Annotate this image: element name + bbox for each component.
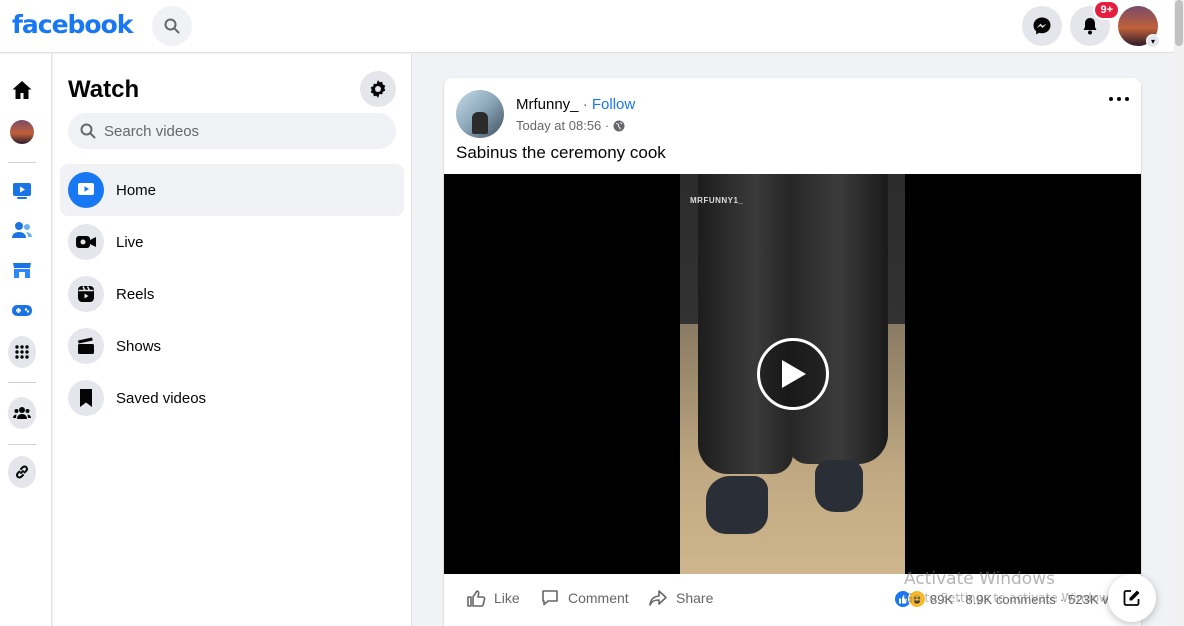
clapper-icon [68, 328, 104, 364]
post-meta: Today at 08:56 · [516, 118, 625, 133]
play-icon [782, 360, 806, 388]
comment-icon [542, 590, 558, 606]
sidebar-item-label: Shows [116, 337, 162, 355]
watch-settings-button[interactable] [360, 71, 396, 107]
share-label: Share [676, 590, 714, 606]
play-button[interactable] [757, 338, 829, 410]
left-icon-rail [0, 54, 52, 626]
video-pants-right [788, 174, 888, 464]
chevron-down-icon[interactable]: ▾ [1146, 34, 1160, 48]
post-caption: Sabinus the ceremony cook [456, 143, 666, 162]
search-icon [80, 123, 96, 139]
sidebar-item-live[interactable]: Live [60, 216, 404, 268]
post-header: Mrfunny_ · Follow [516, 96, 635, 113]
scrollbar-thumb[interactable] [1175, 0, 1183, 46]
notifications-button[interactable]: 9+ [1070, 0, 1120, 46]
profile-avatar[interactable] [8, 118, 36, 146]
bell-icon [1083, 18, 1097, 35]
friends-icon[interactable] [8, 216, 36, 244]
globe-icon [613, 120, 625, 131]
live-camera-icon [68, 224, 104, 260]
like-label: Like [494, 590, 520, 606]
notification-badge: 9+ [1093, 0, 1120, 20]
watch-icon[interactable] [8, 176, 36, 204]
rail-divider [8, 382, 36, 383]
gear-icon [370, 80, 386, 98]
sidebar-item-label: Reels [116, 285, 155, 303]
windows-activation-watermark: Activate Windows Go to Settings to activ… [904, 569, 1119, 605]
messenger-icon [1033, 17, 1051, 35]
video-post-card: Mrfunny_ · Follow Today at 08:56 · Sabin… [444, 78, 1141, 626]
page-title: Watch [68, 76, 140, 103]
sidebar-item-home[interactable]: Home [60, 164, 404, 216]
watch-nav: Home Live Reels Shows Saved videos [60, 164, 404, 424]
search-button[interactable] [152, 6, 192, 46]
share-button[interactable]: Share [648, 588, 713, 608]
apps-grid-icon[interactable] [8, 336, 36, 368]
search-videos-field[interactable] [68, 113, 396, 149]
reels-icon [68, 276, 104, 312]
share-icon [649, 590, 667, 606]
sidebar-item-saved-videos[interactable]: Saved videos [60, 372, 404, 424]
marketplace-icon[interactable] [8, 256, 36, 284]
follow-link[interactable]: Follow [592, 96, 635, 113]
rail-divider [8, 444, 36, 445]
sidebar-item-label: Saved videos [116, 389, 207, 407]
sidebar-item-label: Live [116, 233, 144, 251]
sidebar-item-reels[interactable]: Reels [60, 268, 404, 320]
gaming-icon[interactable] [8, 296, 36, 324]
facebook-logo[interactable]: facebook [12, 10, 133, 39]
link-icon[interactable] [8, 456, 36, 488]
scrollbar[interactable] [1174, 0, 1184, 626]
search-videos-input[interactable] [104, 122, 364, 140]
home-icon[interactable] [8, 76, 36, 104]
groups-icon[interactable] [8, 397, 36, 429]
more-options-icon[interactable] [1109, 92, 1129, 106]
activation-title: Activate Windows [904, 569, 1055, 589]
rail-divider [8, 162, 36, 163]
separator: · [582, 96, 588, 113]
comment-button[interactable]: Comment [540, 588, 629, 608]
video-shoe-right [815, 460, 863, 512]
compose-icon [1123, 590, 1140, 606]
top-navigation-bar: facebook 9+ ▾ [0, 0, 1174, 53]
activation-subtitle: Go to Settings to activate Windows. [904, 591, 1119, 605]
video-pants-left [698, 174, 793, 474]
search-icon [164, 18, 180, 34]
author-name[interactable]: Mrfunny_ [516, 96, 579, 113]
comment-label: Comment [568, 590, 629, 606]
bookmark-icon [68, 380, 104, 416]
post-timestamp[interactable]: Today at 08:56 · [516, 118, 609, 133]
watch-sidebar: Watch Home Live Reels [53, 54, 412, 626]
video-watermark: MRFUNNY1_ [690, 196, 744, 205]
sidebar-item-label: Home [116, 181, 157, 199]
watch-home-icon [68, 172, 104, 208]
video-player[interactable]: MRFUNNY1_ [444, 174, 1141, 574]
new-message-button[interactable] [1108, 574, 1156, 622]
like-button[interactable]: Like [466, 588, 520, 608]
sidebar-item-shows[interactable]: Shows [60, 320, 404, 372]
thumbs-up-icon [467, 590, 486, 607]
video-shoe-left [706, 476, 768, 534]
profile-avatar-button[interactable]: ▾ [1118, 6, 1160, 48]
messenger-button[interactable] [1022, 6, 1062, 46]
author-avatar[interactable] [456, 90, 504, 138]
